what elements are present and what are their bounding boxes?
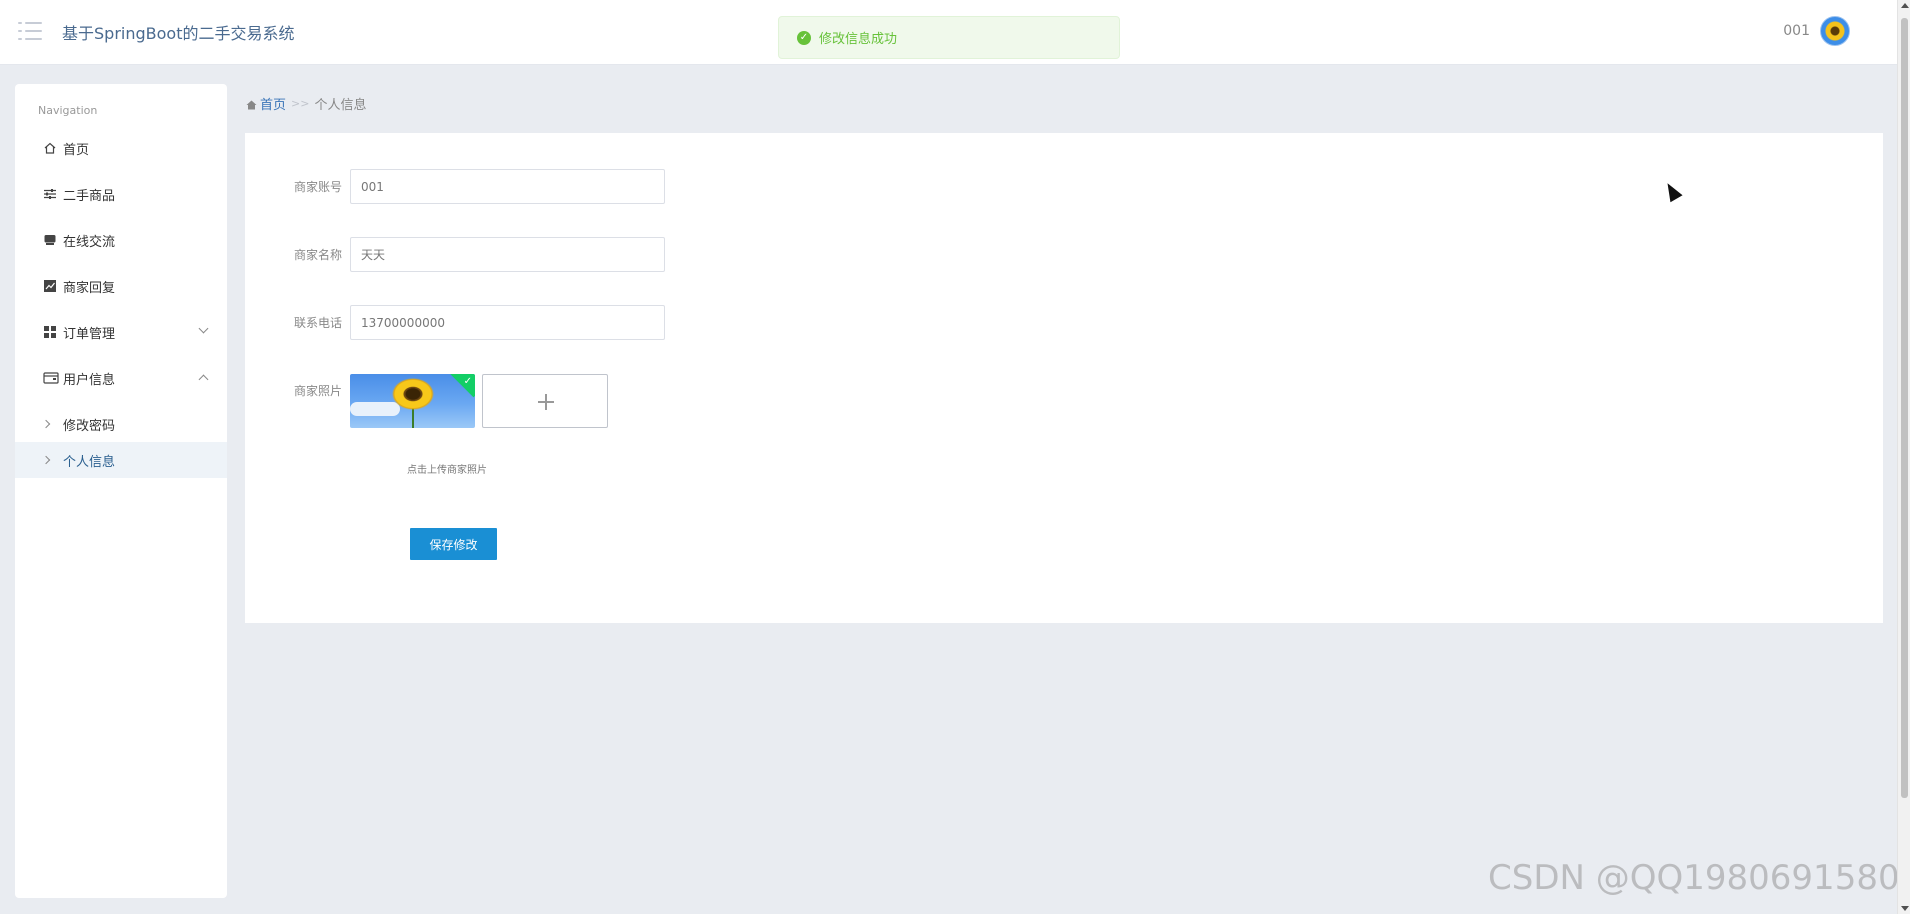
- account-field[interactable]: [350, 169, 665, 204]
- save-button[interactable]: 保存修改: [410, 528, 497, 560]
- sidebar: Navigation 首页 二手商品 在线交流 商家回复 订单管理 用户信息 修…: [15, 84, 227, 898]
- phone-field[interactable]: [350, 305, 665, 340]
- sidebar-item-label: 在线交流: [63, 234, 116, 250]
- breadcrumb-current: 个人信息: [314, 98, 367, 113]
- scrollbar-thumb[interactable]: [1901, 18, 1908, 798]
- sidebar-item-replies[interactable]: 商家回复: [15, 268, 227, 304]
- check-icon: ✓: [463, 376, 472, 387]
- sidebar-item-label: 二手商品: [63, 188, 116, 204]
- photo-label: 商家照片: [293, 384, 342, 398]
- scrollbar[interactable]: [1897, 0, 1910, 914]
- upload-photo-button[interactable]: [482, 374, 608, 428]
- sidebar-item-orders[interactable]: 订单管理: [15, 314, 227, 350]
- name-label: 商家名称: [293, 248, 342, 262]
- menu-toggle-icon[interactable]: [18, 21, 42, 41]
- chevron-right-icon: [41, 455, 51, 465]
- user-name: 001: [1783, 23, 1810, 39]
- scroll-up-icon[interactable]: [1901, 3, 1909, 8]
- breadcrumb-home-label: 首页: [260, 98, 287, 113]
- avatar[interactable]: [1820, 16, 1850, 46]
- name-row: 商家名称: [245, 237, 665, 272]
- sidebar-item-label: 用户信息: [63, 372, 116, 388]
- toast-message: 修改信息成功: [819, 32, 898, 47]
- account-row: 商家账号: [245, 169, 665, 204]
- sidebar-subitem-change-password[interactable]: 修改密码: [15, 406, 227, 442]
- sunflower-image: [392, 378, 434, 410]
- sidebar-item-home[interactable]: 首页: [15, 130, 227, 166]
- sidebar-item-chat[interactable]: 在线交流: [15, 222, 227, 258]
- user-menu[interactable]: 001: [1783, 16, 1850, 46]
- chart-icon: [43, 279, 57, 293]
- watermark: CSDN @QQ1980691580: [1488, 858, 1900, 898]
- scroll-down-icon[interactable]: [1901, 906, 1909, 911]
- uploaded-photo[interactable]: ✓: [350, 374, 475, 428]
- sidebar-item-user-info[interactable]: 用户信息: [15, 360, 227, 396]
- chevron-down-icon: [198, 323, 209, 334]
- breadcrumb-home[interactable]: 首页: [246, 94, 286, 113]
- phone-row: 联系电话: [245, 305, 665, 340]
- upload-tip: 点击上传商家照片: [407, 465, 487, 476]
- account-label: 商家账号: [293, 180, 342, 194]
- success-toast: ✓ 修改信息成功: [778, 16, 1120, 59]
- home-icon: [43, 141, 57, 155]
- sidebar-subitem-label: 个人信息: [63, 454, 116, 470]
- breadcrumb: 首页 >> 个人信息: [246, 94, 366, 113]
- wallet-icon: [43, 371, 59, 385]
- sidebar-item-products[interactable]: 二手商品: [15, 176, 227, 212]
- sidebar-subitem-personal-info[interactable]: 个人信息: [15, 442, 227, 478]
- sidebar-item-label: 商家回复: [63, 280, 116, 296]
- name-field[interactable]: [350, 237, 665, 272]
- chevron-right-icon: [41, 419, 51, 429]
- success-check-icon: ✓: [797, 30, 811, 45]
- nav-heading: Navigation: [38, 104, 98, 117]
- profile-form-panel: 商家账号 商家名称 联系电话 商家照片 ✓ 点击上传商家照片 保存修改: [245, 133, 1883, 623]
- grid-icon: [43, 325, 57, 339]
- sidebar-item-label: 首页: [63, 142, 90, 158]
- chevron-up-icon: [198, 374, 209, 385]
- photo-row: 商家照片 ✓: [245, 374, 608, 428]
- sidebar-subitem-label: 修改密码: [63, 418, 116, 434]
- phone-label: 联系电话: [293, 316, 342, 330]
- chat-icon: [43, 233, 57, 247]
- app-title: 基于SpringBoot的二手交易系统: [62, 24, 295, 43]
- sidebar-item-label: 订单管理: [63, 326, 116, 342]
- top-bar: 基于SpringBoot的二手交易系统 ✓ 修改信息成功 001: [0, 0, 1897, 65]
- breadcrumb-separator: >>: [291, 97, 310, 110]
- sliders-icon: [43, 187, 57, 201]
- home-icon: [246, 99, 257, 109]
